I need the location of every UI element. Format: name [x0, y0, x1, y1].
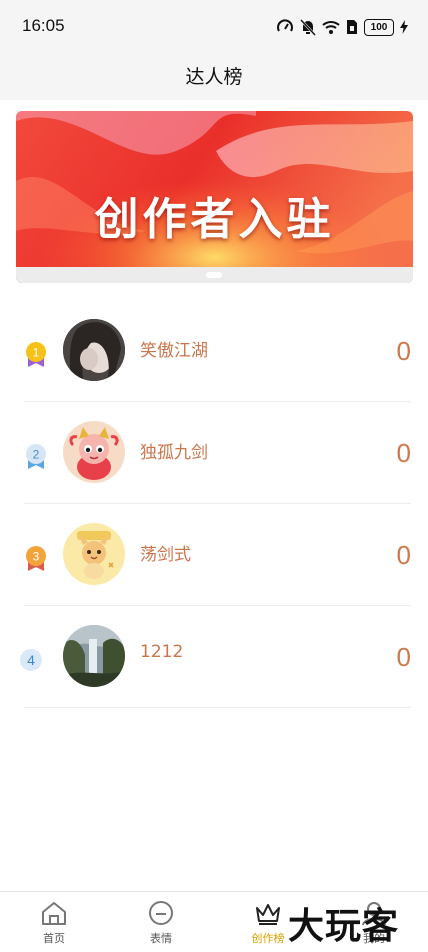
svg-text:4: 4 [27, 652, 35, 668]
title-bar: 达人榜 [0, 52, 428, 100]
ranking-row[interactable]: 3 荡剑式 0 [24, 504, 411, 606]
speed-icon [277, 19, 293, 32]
ranking-row[interactable]: 4 1212 0 [20, 606, 411, 708]
banner-title: 创作者入驻 [94, 194, 335, 245]
bronze-medal-icon: 3 [26, 546, 46, 571]
avatar[interactable] [63, 421, 125, 483]
status-bar: 16:05 100 [0, 0, 428, 52]
tab-home-label: 首页 [43, 932, 65, 945]
silver-medal-icon: 2 [26, 444, 46, 469]
emoji-icon [149, 901, 173, 925]
svg-text:3: 3 [33, 550, 40, 564]
page-title: 达人榜 [185, 66, 243, 88]
tab-emoji[interactable]: 表情 [133, 900, 189, 950]
avatar[interactable] [63, 625, 125, 687]
ranking-list: 1 笑傲江湖 0 2 独孤九剑 0 3 荡剑式 0 4 1212 0 [20, 300, 411, 708]
watermark: 大玩客 [288, 906, 400, 947]
avatar[interactable] [63, 319, 125, 381]
creator-score: 0 [396, 540, 411, 570]
wifi-icon [322, 21, 340, 34]
creator-score: 0 [396, 336, 411, 366]
creator-name: 独孤九剑 [140, 443, 208, 463]
tab-home[interactable]: 首页 [26, 900, 82, 950]
status-time: 16:05 [22, 16, 65, 35]
status-icons: 100 [276, 16, 408, 38]
battery-indicator: 100 [364, 18, 394, 36]
home-icon [42, 902, 66, 925]
mute-bell-icon [300, 19, 316, 36]
ranking-row[interactable]: 1 笑傲江湖 0 [24, 300, 411, 402]
svg-text:2: 2 [33, 448, 40, 462]
creator-name: 荡剑式 [140, 545, 191, 565]
charging-icon [400, 20, 408, 34]
ranking-row[interactable]: 2 独孤九剑 0 [24, 402, 411, 504]
creator-score: 0 [396, 438, 411, 468]
svg-text:1: 1 [33, 346, 40, 360]
rank-number-badge: 4 [20, 649, 42, 671]
gold-medal-icon: 1 [26, 342, 46, 367]
tab-emoji-label: 表情 [150, 932, 172, 945]
sim-icon [347, 20, 357, 34]
creator-name: 笑傲江湖 [140, 341, 208, 361]
creator-name: 1212 [140, 642, 184, 662]
crown-icon [256, 904, 280, 925]
creator-score: 0 [396, 642, 411, 672]
avatar[interactable] [63, 523, 125, 585]
banner-page-indicator [206, 272, 222, 278]
creator-banner[interactable]: 创作者入驻 [16, 111, 413, 283]
